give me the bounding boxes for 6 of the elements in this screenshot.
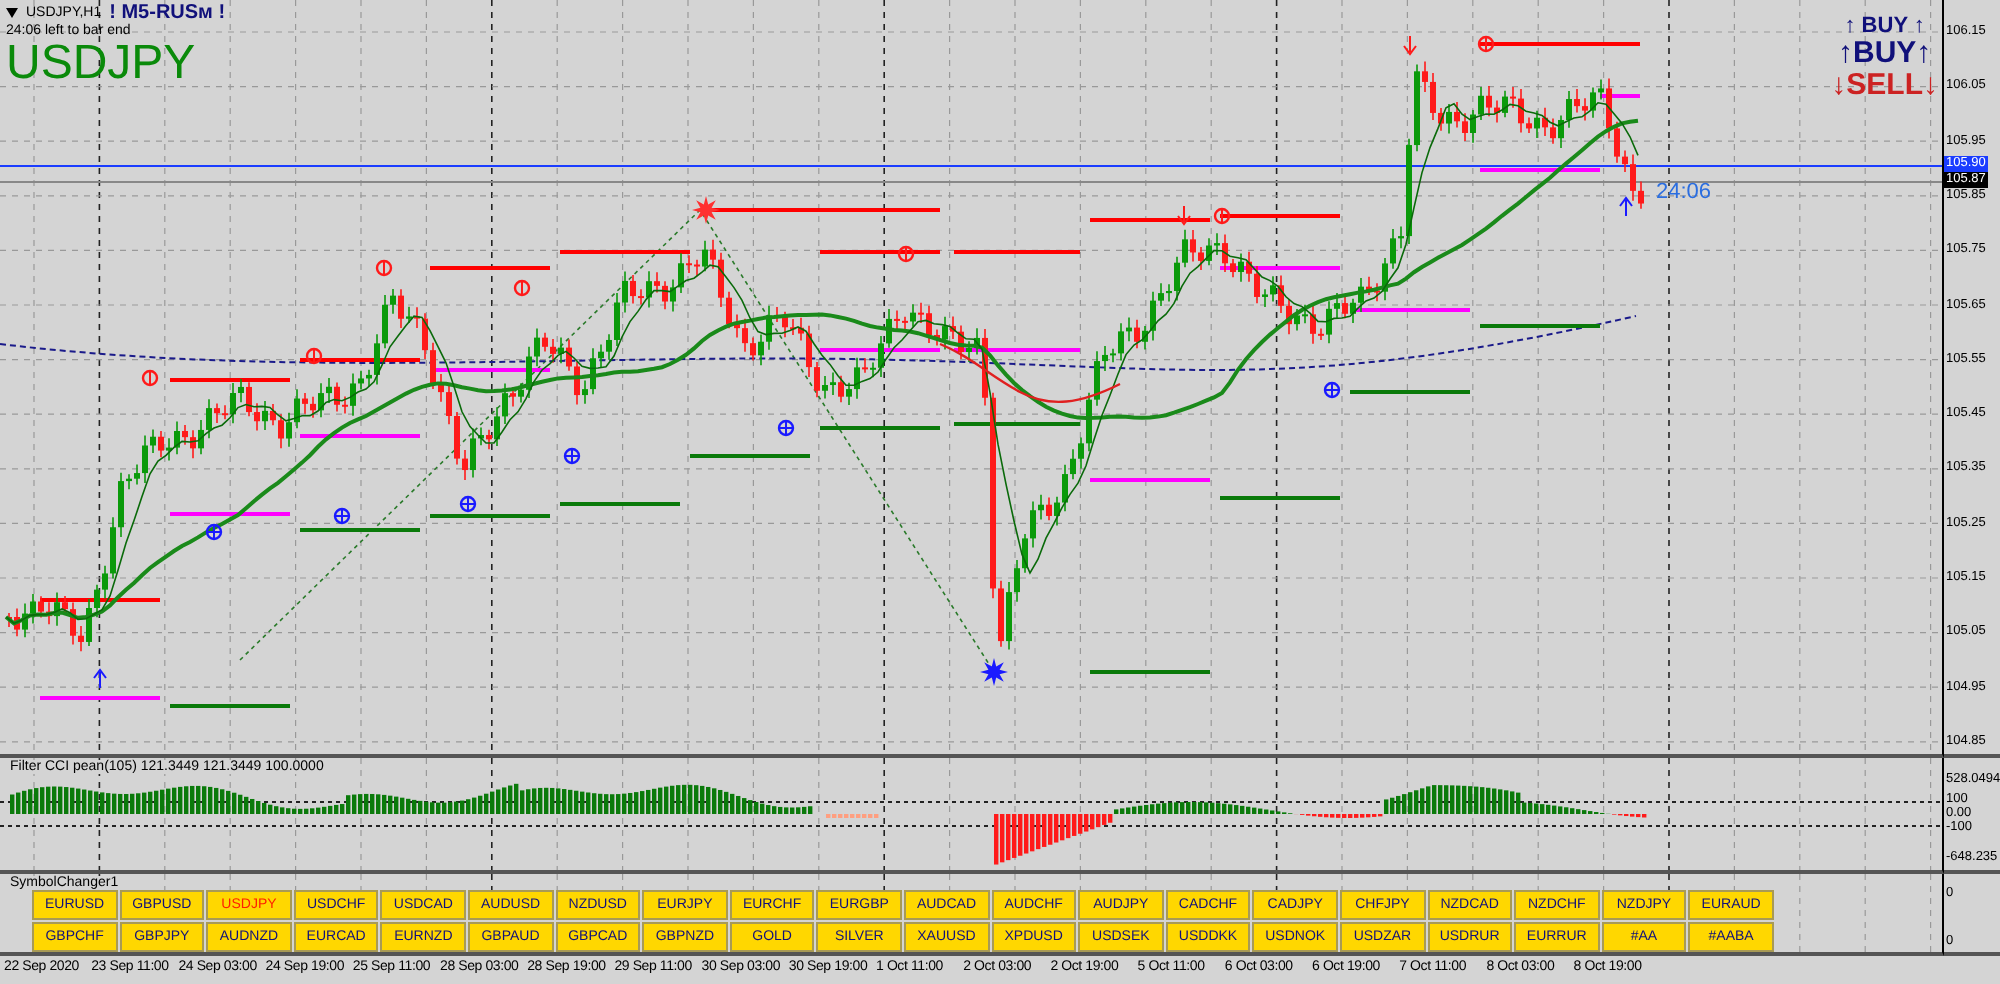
expert-label: ! M5-RUSм ! [109,2,226,24]
signal-label: ↓SELL↓ [1831,70,1938,102]
signal-label: ↑BUY↑ [1837,38,1932,70]
countdown-text: 24:06 [1656,180,1712,204]
symbol-title: USDJPY [6,38,198,90]
signal-label: ↑ BUY ↑ [1844,14,1925,38]
